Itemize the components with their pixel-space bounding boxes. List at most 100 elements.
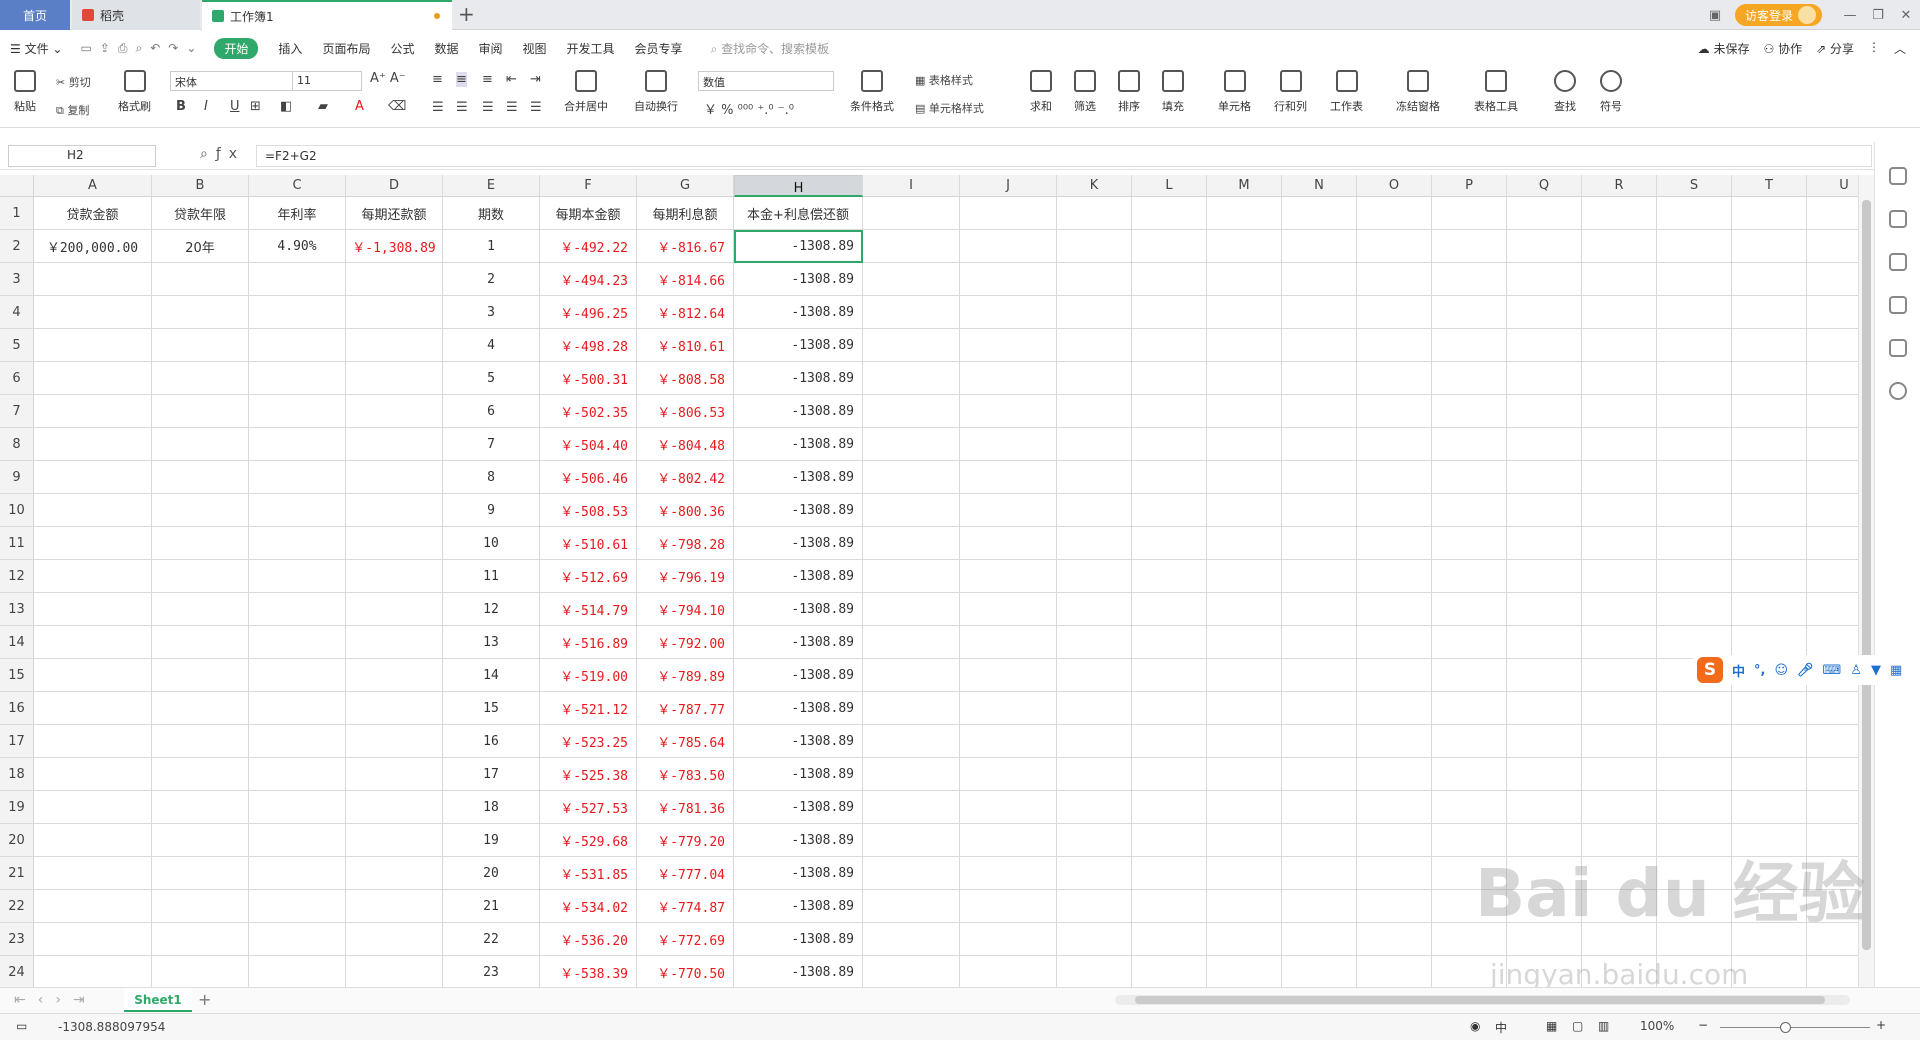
new-tab-button[interactable]: + xyxy=(458,2,475,26)
cell-i14[interactable] xyxy=(863,626,960,659)
cell-s8[interactable] xyxy=(1657,428,1732,461)
cell-a6[interactable] xyxy=(34,362,152,395)
cell-f21[interactable]: ￥-531.85 xyxy=(540,857,637,890)
cell-s11[interactable] xyxy=(1657,527,1732,560)
zoom-slider-track[interactable] xyxy=(1720,1027,1870,1028)
cell-b2[interactable]: 20年 xyxy=(152,230,249,263)
cell-u10[interactable] xyxy=(1807,494,1858,527)
menu-tab-member[interactable]: 会员专享 xyxy=(635,40,683,57)
cell-a17[interactable] xyxy=(34,725,152,758)
cell-h10[interactable]: -1308.89 xyxy=(734,494,863,527)
cell-l10[interactable] xyxy=(1132,494,1207,527)
bold-icon[interactable]: B xyxy=(176,99,186,114)
cell-n16[interactable] xyxy=(1282,692,1357,725)
menu-tab-page-layout[interactable]: 页面布局 xyxy=(322,40,370,57)
cell-i18[interactable] xyxy=(863,758,960,791)
cell-f18[interactable]: ￥-525.38 xyxy=(540,758,637,791)
fill-button[interactable]: 填充 xyxy=(1162,70,1184,114)
formula-input[interactable]: =F2+G2 xyxy=(256,145,1872,167)
cell-h21[interactable]: -1308.89 xyxy=(734,857,863,890)
cell-o2[interactable] xyxy=(1357,230,1432,263)
paste-button[interactable]: 粘贴 xyxy=(14,70,36,114)
row-header[interactable]: 15 xyxy=(0,659,34,692)
tab-workbook[interactable]: 工作簿1 xyxy=(202,0,452,30)
cell-h17[interactable]: -1308.89 xyxy=(734,725,863,758)
font-name-select[interactable]: 宋体 xyxy=(170,71,293,91)
cell-q6[interactable] xyxy=(1507,362,1582,395)
pointer-icon[interactable] xyxy=(1888,210,1907,228)
cell-o9[interactable] xyxy=(1357,461,1432,494)
menu-tab-data[interactable]: 数据 xyxy=(434,40,458,57)
copy-button[interactable]: ⧉ 复制 xyxy=(56,102,89,118)
cell-u2[interactable] xyxy=(1807,230,1858,263)
cell-h11[interactable]: -1308.89 xyxy=(734,527,863,560)
cell-u11[interactable] xyxy=(1807,527,1858,560)
cell-o16[interactable] xyxy=(1357,692,1432,725)
cell-e16[interactable]: 15 xyxy=(443,692,540,725)
sum-button[interactable]: 求和 xyxy=(1030,70,1052,114)
cell-j2[interactable] xyxy=(960,230,1057,263)
cell-s7[interactable] xyxy=(1657,395,1732,428)
cell-k19[interactable] xyxy=(1057,791,1132,824)
cell-u13[interactable] xyxy=(1807,593,1858,626)
cell-r5[interactable] xyxy=(1582,329,1657,362)
cell-m2[interactable] xyxy=(1207,230,1282,263)
row-header[interactable]: 5 xyxy=(0,329,34,362)
cell-m23[interactable] xyxy=(1207,923,1282,956)
cell-h9[interactable]: -1308.89 xyxy=(734,461,863,494)
cell-t8[interactable] xyxy=(1732,428,1807,461)
cell-f1[interactable]: 每期本金额 xyxy=(540,197,637,230)
cell-p3[interactable] xyxy=(1432,263,1507,296)
cell-d4[interactable] xyxy=(346,296,443,329)
row-header[interactable]: 12 xyxy=(0,560,34,593)
cell-c13[interactable] xyxy=(249,593,346,626)
cell-s16[interactable] xyxy=(1657,692,1732,725)
vertical-scroll-thumb[interactable] xyxy=(1862,200,1871,950)
cell-b6[interactable] xyxy=(152,362,249,395)
cell-h3[interactable]: -1308.89 xyxy=(734,263,863,296)
cell-n17[interactable] xyxy=(1282,725,1357,758)
cell-h6[interactable]: -1308.89 xyxy=(734,362,863,395)
cell-f16[interactable]: ￥-521.12 xyxy=(540,692,637,725)
cell-m20[interactable] xyxy=(1207,824,1282,857)
cell-g4[interactable]: ￥-812.64 xyxy=(637,296,734,329)
cell-t1[interactable] xyxy=(1732,197,1807,230)
cell-g21[interactable]: ￥-777.04 xyxy=(637,857,734,890)
cell-f15[interactable]: ￥-519.00 xyxy=(540,659,637,692)
cell-a22[interactable] xyxy=(34,890,152,923)
table-style-button[interactable]: ▦ 表格样式 xyxy=(915,72,973,88)
unsaved-button[interactable]: ☁ 未保存 xyxy=(1698,40,1750,57)
cell-h4[interactable]: -1308.89 xyxy=(734,296,863,329)
cell-c5[interactable] xyxy=(249,329,346,362)
cell-c19[interactable] xyxy=(249,791,346,824)
cell-g20[interactable]: ￥-779.20 xyxy=(637,824,734,857)
cell-d19[interactable] xyxy=(346,791,443,824)
column-header-k[interactable]: K xyxy=(1057,175,1132,197)
undo-icon[interactable]: ↶ xyxy=(150,41,160,56)
cell-a4[interactable] xyxy=(34,296,152,329)
cell-h24[interactable]: -1308.89 xyxy=(734,956,863,987)
column-header-i[interactable]: I xyxy=(863,175,960,197)
cell-b5[interactable] xyxy=(152,329,249,362)
cell-n24[interactable] xyxy=(1282,956,1357,987)
cell-k12[interactable] xyxy=(1057,560,1132,593)
cell-q17[interactable] xyxy=(1507,725,1582,758)
column-header-h[interactable]: H xyxy=(734,175,863,197)
share-button[interactable]: ⇗ 分享 xyxy=(1816,40,1854,57)
menu-tab-developer[interactable]: 开发工具 xyxy=(567,40,615,57)
cell-c12[interactable] xyxy=(249,560,346,593)
cell-d22[interactable] xyxy=(346,890,443,923)
cell-r15[interactable] xyxy=(1582,659,1657,692)
cell-d5[interactable] xyxy=(346,329,443,362)
cell-h8[interactable]: -1308.89 xyxy=(734,428,863,461)
cell-b23[interactable] xyxy=(152,923,249,956)
row-header[interactable]: 22 xyxy=(0,890,34,923)
cell-n9[interactable] xyxy=(1282,461,1357,494)
cell-r10[interactable] xyxy=(1582,494,1657,527)
cell-l19[interactable] xyxy=(1132,791,1207,824)
row-header[interactable]: 4 xyxy=(0,296,34,329)
cell-a13[interactable] xyxy=(34,593,152,626)
cell-u5[interactable] xyxy=(1807,329,1858,362)
row-header[interactable]: 10 xyxy=(0,494,34,527)
highlight-icon[interactable]: ▰ xyxy=(318,99,328,114)
